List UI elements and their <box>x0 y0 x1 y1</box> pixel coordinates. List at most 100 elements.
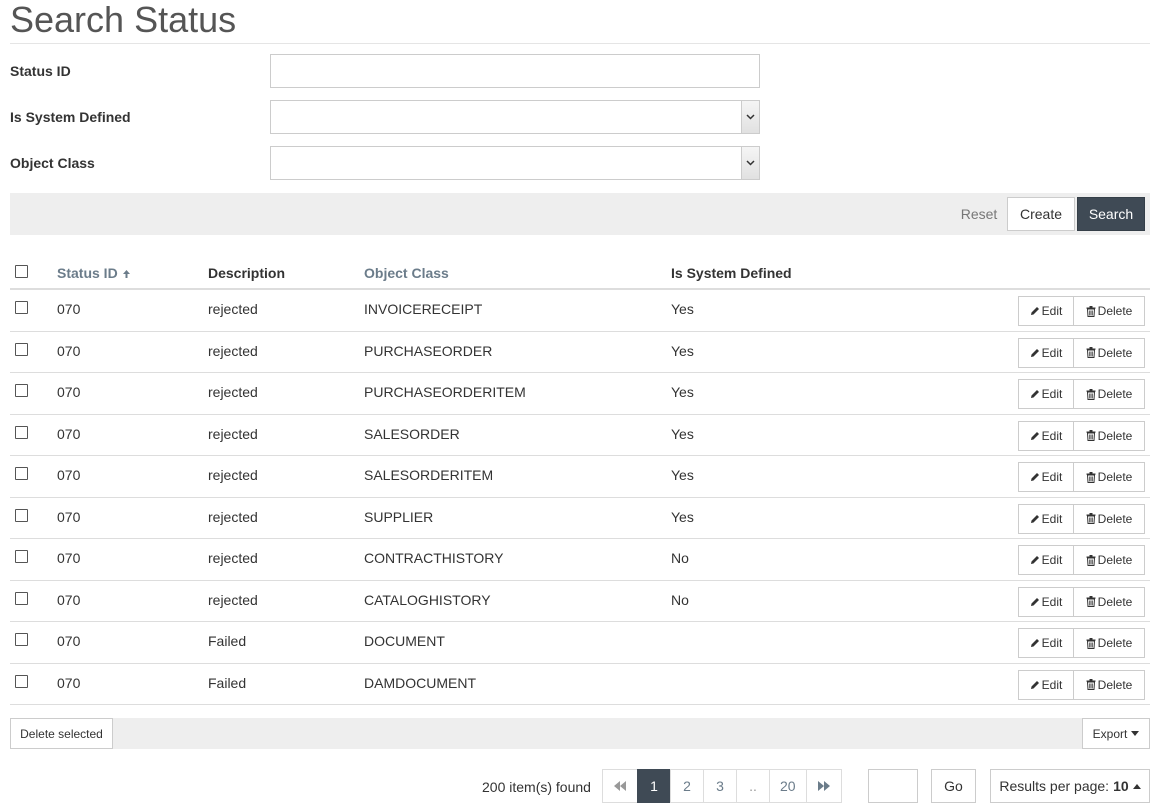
row-checkbox[interactable] <box>15 342 28 356</box>
delete-button[interactable]: Delete <box>1073 379 1145 409</box>
trash-icon <box>1086 347 1096 358</box>
edit-label: Edit <box>1041 304 1063 318</box>
edit-label: Edit <box>1041 553 1063 567</box>
pencil-icon <box>1030 473 1039 481</box>
cell-object-class: INVOICERECEIPT <box>364 301 483 317</box>
create-button[interactable]: Create <box>1007 197 1075 231</box>
results-per-page-label: Results per page: <box>999 778 1110 794</box>
pencil-icon <box>1030 556 1039 564</box>
is-system-defined-select[interactable] <box>270 100 760 134</box>
delete-button[interactable]: Delete <box>1073 586 1145 617</box>
edit-button[interactable]: Edit <box>1018 462 1074 492</box>
delete-label: Delete <box>1097 428 1133 443</box>
row-checkbox[interactable] <box>15 425 28 439</box>
delete-button[interactable]: Delete <box>1073 503 1145 534</box>
items-found-count: 200 item(s) found <box>482 779 591 795</box>
results-per-page-button[interactable]: Results per page: 10 <box>990 769 1150 803</box>
cell-object-class: CONTRACTHISTORY <box>364 550 504 566</box>
go-button[interactable]: Go <box>931 769 976 803</box>
status-id-label: Status ID <box>10 63 71 79</box>
cell-is-system-defined: No <box>671 550 689 566</box>
export-button[interactable]: Export <box>1082 718 1150 749</box>
caret-up-icon <box>1132 783 1141 789</box>
delete-label: Delete <box>1097 677 1133 692</box>
goto-page-input[interactable] <box>868 769 918 803</box>
cell-is-system-defined: Yes <box>671 301 694 317</box>
cell-object-class: DOCUMENT <box>364 633 445 649</box>
delete-button[interactable]: Delete <box>1073 628 1145 658</box>
column-header-is-system-defined: Is System Defined <box>671 265 792 281</box>
cell-description: rejected <box>208 384 258 400</box>
chevron-down-icon[interactable] <box>741 147 759 179</box>
column-header-status-id[interactable]: Status ID <box>57 265 131 281</box>
delete-button[interactable]: Delete <box>1073 462 1145 492</box>
delete-button[interactable]: Delete <box>1073 420 1145 451</box>
delete-label: Delete <box>1097 345 1133 360</box>
title-divider <box>10 43 1150 44</box>
object-class-select[interactable] <box>270 146 760 180</box>
trash-icon <box>1086 430 1096 441</box>
row-checkbox[interactable] <box>15 591 28 605</box>
row-checkbox[interactable] <box>15 301 28 314</box>
delete-button[interactable]: Delete <box>1073 669 1145 700</box>
cell-is-system-defined: Yes <box>671 425 694 442</box>
cell-description: rejected <box>208 301 258 317</box>
trash-icon <box>1086 637 1096 649</box>
reset-button[interactable]: Reset <box>946 197 1012 231</box>
column-header-status-id-label: Status ID <box>57 265 118 281</box>
chevron-down-icon[interactable] <box>741 101 759 133</box>
last-page-button[interactable] <box>805 769 842 803</box>
row-checkbox[interactable] <box>15 384 28 397</box>
edit-button[interactable]: Edit <box>1018 586 1074 617</box>
results-per-page-value: 10 <box>1113 778 1129 794</box>
cell-object-class: SUPPLIER <box>364 508 434 525</box>
table-row: 070 rejected SALESORDERITEM Yes Edit Delete <box>10 456 1150 498</box>
page-link[interactable]: 2 <box>670 769 704 803</box>
page-link[interactable]: 3 <box>703 769 737 803</box>
row-checkbox[interactable] <box>15 508 28 522</box>
page-link[interactable]: 1 <box>637 769 671 803</box>
action-bar: Reset Create Search <box>10 193 1150 235</box>
page-link[interactable]: 20 <box>769 769 807 803</box>
table-row: 070 rejected SUPPLIER Yes Edit Delete <box>10 498 1150 539</box>
edit-button[interactable]: Edit <box>1018 503 1074 534</box>
cell-description: Failed <box>208 674 247 691</box>
cell-description: Failed <box>208 633 247 649</box>
edit-button[interactable]: Edit <box>1018 296 1074 326</box>
trash-icon <box>1086 596 1096 607</box>
cell-object-class: DAMDOCUMENT <box>364 674 476 691</box>
row-checkbox[interactable] <box>15 467 28 480</box>
select-all-checkbox[interactable] <box>15 265 28 278</box>
row-checkbox[interactable] <box>15 550 28 563</box>
edit-button[interactable]: Edit <box>1018 379 1074 409</box>
cell-description: rejected <box>208 425 258 442</box>
edit-button[interactable]: Edit <box>1018 420 1074 451</box>
delete-label: Delete <box>1097 304 1133 318</box>
delete-label: Delete <box>1097 553 1133 567</box>
column-header-object-class[interactable]: Object Class <box>364 265 449 281</box>
trash-icon <box>1086 554 1096 566</box>
delete-label: Delete <box>1097 470 1133 484</box>
delete-selected-button[interactable]: Delete selected <box>10 718 113 749</box>
cell-object-class: SALESORDERITEM <box>364 467 494 483</box>
pencil-icon <box>1030 514 1039 523</box>
search-button[interactable]: Search <box>1077 197 1145 231</box>
row-checkbox[interactable] <box>15 633 28 646</box>
status-id-input[interactable] <box>270 54 760 88</box>
trash-icon <box>1086 679 1096 690</box>
pencil-icon <box>1030 390 1039 398</box>
delete-button[interactable]: Delete <box>1073 545 1145 575</box>
edit-button[interactable]: Edit <box>1018 669 1074 700</box>
edit-button[interactable]: Edit <box>1018 545 1074 575</box>
delete-button[interactable]: Delete <box>1073 337 1145 368</box>
edit-button[interactable]: Edit <box>1018 337 1074 368</box>
delete-button[interactable]: Delete <box>1073 296 1145 326</box>
cell-status-id: 070 <box>57 384 81 400</box>
edit-button[interactable]: Edit <box>1018 628 1074 658</box>
edit-label: Edit <box>1041 677 1063 692</box>
first-page-button[interactable] <box>602 769 638 803</box>
row-checkbox[interactable] <box>15 674 28 688</box>
table-row: 070 rejected PURCHASEORDERITEM Yes Edit Delet… <box>10 373 1150 415</box>
table-row: 070 rejected CONTRACTHISTORY No Edit Delete <box>10 539 1150 581</box>
delete-label: Delete <box>1097 387 1133 401</box>
